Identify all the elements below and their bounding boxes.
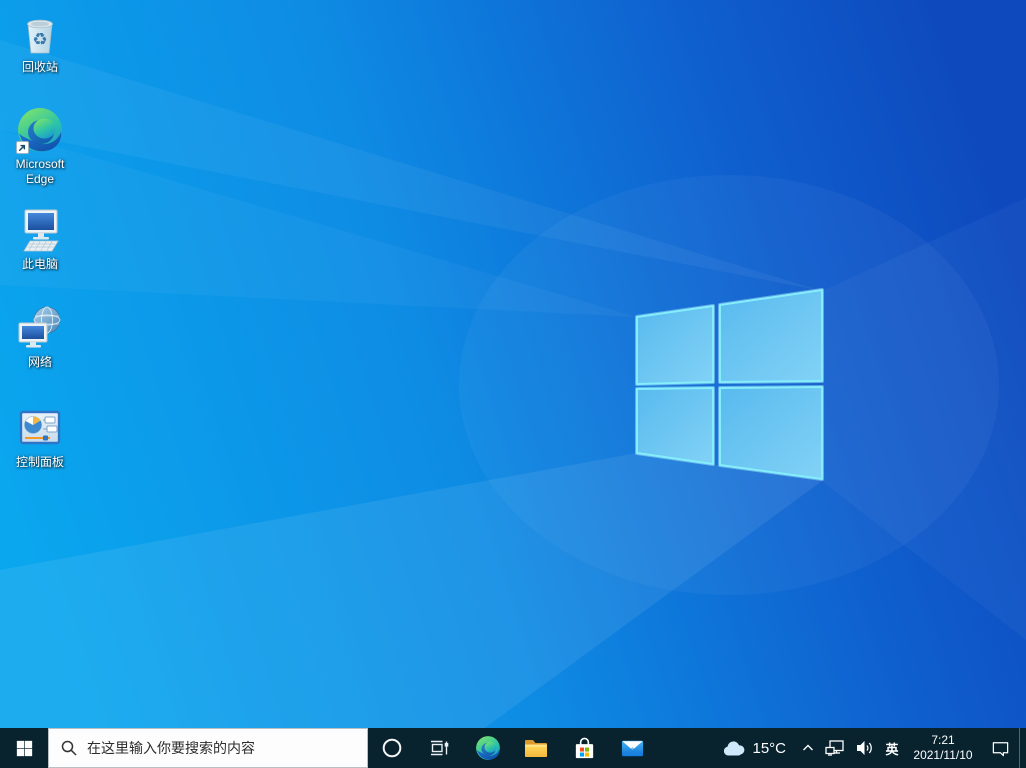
ethernet-network-icon xyxy=(825,740,844,756)
action-center-icon xyxy=(992,741,1009,756)
task-view-icon xyxy=(431,740,449,756)
start-button[interactable] xyxy=(0,728,48,768)
windows-start-icon xyxy=(16,740,32,756)
desktop-icon-recycle-bin[interactable]: ♻ 回收站 xyxy=(2,9,78,75)
cortana-icon xyxy=(382,738,402,758)
network-icon xyxy=(18,306,61,348)
microsoft-store-icon xyxy=(575,737,593,758)
date-label: 2021/11/10 xyxy=(913,748,973,762)
this-pc-icon xyxy=(23,209,59,252)
microsoft-edge-icon xyxy=(476,736,500,760)
file-explorer-button[interactable] xyxy=(512,728,560,768)
search-input[interactable] xyxy=(87,740,355,756)
control-panel-icon xyxy=(19,410,61,445)
desktop-icon-network[interactable]: 网络 xyxy=(2,304,78,370)
taskbar-search[interactable] xyxy=(48,728,368,768)
task-view-button[interactable] xyxy=(416,728,464,768)
search-icon xyxy=(61,740,77,756)
chevron-up-icon xyxy=(803,744,813,751)
volume-button[interactable] xyxy=(850,728,880,768)
desktop-wallpaper xyxy=(0,0,1026,768)
network-status-button[interactable] xyxy=(820,728,850,768)
microsoft-store-button[interactable] xyxy=(560,728,608,768)
system-tray: 15°C 英 7:21 2021/11/10 xyxy=(712,728,1026,768)
speaker-icon xyxy=(857,741,872,755)
cloud-icon xyxy=(724,740,745,755)
mail-icon xyxy=(621,740,643,756)
microsoft-edge-taskbar-button[interactable] xyxy=(464,728,512,768)
desktop-icon-label: 控制面板 xyxy=(15,455,64,469)
cortana-button[interactable] xyxy=(368,728,416,768)
temperature-label: 15°C xyxy=(752,739,786,757)
shortcut-arrow-icon xyxy=(16,141,29,154)
recycle-bin-icon: ♻ xyxy=(27,19,53,54)
time-label: 7:21 xyxy=(931,733,955,747)
windows-logo-wallpaper xyxy=(0,0,1026,768)
taskbar: 15°C xyxy=(0,728,1026,768)
desktop-icon-label: 网络 xyxy=(27,355,52,369)
svg-text:♻: ♻ xyxy=(32,30,47,50)
show-desktop-button[interactable] xyxy=(1019,728,1026,768)
clock[interactable]: 7:21 2021/11/10 xyxy=(904,728,982,768)
weather-widget[interactable]: 15°C xyxy=(712,728,796,768)
desktop-icon-control-panel[interactable]: 控制面板 xyxy=(2,404,78,470)
windows-desktop: ♻ 回收站 Microsoft Edge 此电脑 网络 控制面板 在这里输入你要… xyxy=(0,0,1026,768)
file-explorer-icon xyxy=(525,740,547,757)
desktop-icon-label: 此电脑 xyxy=(21,257,58,271)
desktop-icon-label: 回收站 xyxy=(21,60,58,74)
action-center-button[interactable] xyxy=(982,728,1019,768)
mail-button[interactable] xyxy=(608,728,656,768)
desktop-icon-microsoft-edge[interactable]: Microsoft Edge xyxy=(2,106,78,187)
input-language-indicator[interactable]: 英 xyxy=(880,728,904,768)
desktop-icon-this-pc[interactable]: 此电脑 xyxy=(2,206,78,272)
desktop-icon-label: Microsoft Edge xyxy=(15,157,65,186)
tray-overflow-button[interactable] xyxy=(796,728,820,768)
